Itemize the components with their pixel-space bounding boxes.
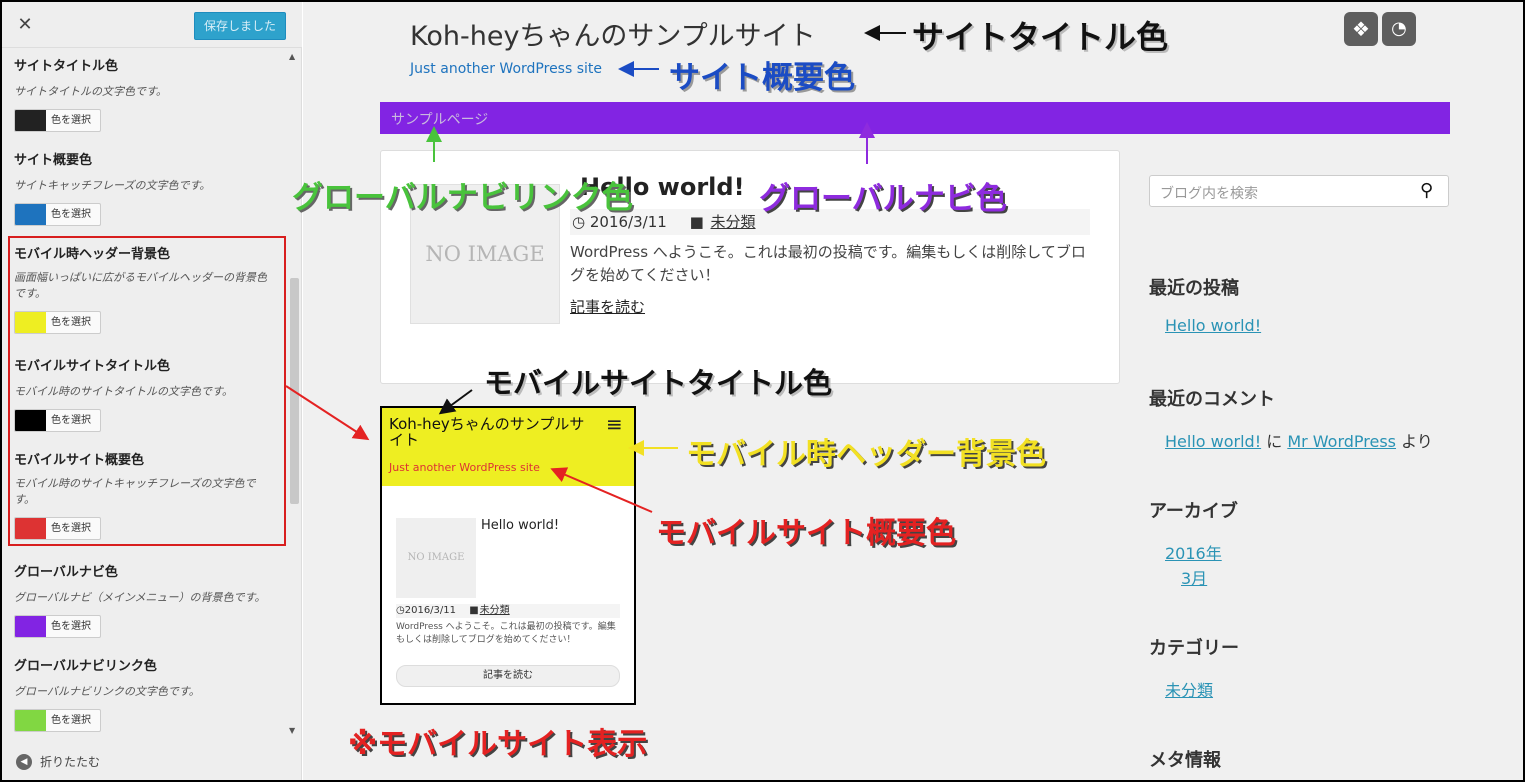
mobile-post-date: 2016/3/11	[404, 605, 457, 616]
mobile-preview: Koh-heyちゃんのサンプルサイト ≡ Just another WordPr…	[380, 406, 636, 705]
annotation-mobile-title-color: モバイルサイトタイトル色	[484, 366, 833, 400]
color-picker-button[interactable]: 色を選択	[14, 615, 101, 638]
widget-title-meta: メタ情報	[1149, 750, 1221, 771]
read-more-link[interactable]: 記事を読む	[570, 296, 645, 317]
setting-title: グローバルナビリンク色	[14, 659, 157, 674]
search-placeholder: ブログ内を検索	[1160, 186, 1258, 202]
comment-from-text: より	[1401, 432, 1433, 451]
color-swatch	[15, 710, 46, 731]
color-button-label: 色を選択	[51, 715, 91, 726]
scroll-up-icon[interactable]: ▲	[289, 52, 295, 61]
setting-description: グローバルナビリンクの文字色です。	[14, 685, 200, 698]
setting-title: サイトタイトル色	[14, 59, 119, 74]
color-swatch	[15, 110, 46, 131]
close-icon[interactable]: ✕	[12, 12, 38, 38]
setting-description: サイトタイトルの文字色です。	[14, 85, 167, 98]
global-nav: サンプルページ	[380, 102, 1450, 134]
mobile-site-title[interactable]: Koh-heyちゃんのサンプルサイト	[389, 416, 599, 448]
post-category[interactable]: 未分類	[711, 213, 756, 231]
mobile-post-excerpt: WordPress へようこそ。これは最初の投稿です。編集もしくは削除してブログ…	[396, 622, 616, 645]
widget-title-categories: カテゴリー	[1149, 638, 1239, 659]
annotation-mobile-header-bg: モバイル時ヘッダー背景色	[686, 437, 1046, 472]
widget-title-recent-comments: 最近のコメント	[1149, 389, 1275, 410]
nav-link-sample-page[interactable]: サンプルページ	[391, 109, 488, 129]
setting-site-title-color: サイトタイトル色 サイトタイトルの文字色です。 色を選択	[14, 55, 276, 132]
color-button-label: 色を選択	[51, 115, 91, 126]
clock-icon: ◷	[396, 605, 405, 616]
scrollbar-thumb[interactable]	[290, 278, 299, 504]
color-swatch	[15, 616, 46, 637]
mobile-post-meta: ◷2016/3/11 ■未分類	[396, 604, 620, 618]
search-input[interactable]: ブログ内を検索 ⚲	[1149, 175, 1449, 207]
setting-description: サイトキャッチフレーズの文字色です。	[14, 179, 211, 192]
scroll-down-icon[interactable]: ▼	[289, 726, 295, 735]
folder-icon: ■	[689, 213, 704, 231]
setting-title: グローバルナビ色	[14, 565, 118, 580]
screenshot-frame: ✕ 保存しました サイトタイトル色 サイトタイトルの文字色です。 色を選択 サイ…	[0, 0, 1525, 782]
setting-global-nav-color: グローバルナビ色 グローバルナビ（メインメニュー）の背景色です。 色を選択	[14, 561, 276, 638]
annotation-site-desc-color: サイト概要色	[669, 60, 855, 96]
hamburger-menu-icon[interactable]: ≡	[606, 412, 623, 436]
setting-description: グローバルナビ（メインメニュー）の背景色です。	[14, 591, 266, 604]
mobile-site-description: Just another WordPress site	[389, 461, 540, 474]
mobile-post-title[interactable]: Hello world!	[481, 518, 559, 533]
archive-year-link[interactable]: 2016年	[1165, 540, 1222, 564]
collapse-button[interactable]: ◀ 折りたたむ	[16, 753, 100, 770]
color-button-label: 色を選択	[51, 209, 91, 220]
mobile-header: Koh-heyちゃんのサンプルサイト ≡ Just another WordPr…	[382, 408, 634, 486]
mobile-post-category[interactable]: 未分類	[480, 605, 510, 616]
collapse-label: 折りたたむ	[40, 755, 101, 769]
category-link[interactable]: 未分類	[1165, 677, 1213, 701]
widget-title-recent-posts: 最近の投稿	[1149, 278, 1239, 299]
archive-month-link[interactable]: 3月	[1181, 565, 1207, 589]
folder-icon: ■	[469, 605, 479, 616]
comment-author-link[interactable]: Mr WordPress	[1287, 432, 1396, 451]
color-picker-button[interactable]: 色を選択	[14, 109, 101, 132]
widget-title-archives: アーカイブ	[1149, 501, 1238, 522]
color-swatch	[15, 204, 46, 225]
post-excerpt: WordPress へようこそ。これは最初の投稿です。編集もしくは削除してブログ…	[570, 243, 1086, 284]
comment-post-link[interactable]: Hello world!	[1165, 432, 1261, 451]
comment-on-text: に	[1266, 432, 1283, 451]
color-button-label: 色を選択	[51, 621, 91, 632]
annotation-site-title-color: サイトタイトル色	[912, 18, 1169, 56]
annotation-nav-link-color: グローバルナビリンク色	[292, 180, 633, 216]
search-icon[interactable]: ⚲	[1420, 180, 1433, 201]
color-picker-button[interactable]: 色を選択	[14, 709, 101, 732]
setting-title: サイト概要色	[14, 153, 93, 168]
panel-header: ✕ 保存しました	[2, 2, 302, 48]
color-picker-button[interactable]: 色を選択	[14, 203, 101, 226]
saved-button[interactable]: 保存しました	[194, 12, 286, 40]
setting-global-nav-link-color: グローバルナビリンク色 グローバルナビリンクの文字色です。 色を選択	[14, 655, 276, 732]
collapse-arrow-icon: ◀	[16, 753, 32, 770]
mobile-post-thumbnail[interactable]: NO IMAGE	[396, 518, 476, 598]
customizer-panel: ✕ 保存しました サイトタイトル色 サイトタイトルの文字色です。 色を選択 サイ…	[2, 2, 302, 780]
highlight-box-mobile-settings	[8, 236, 286, 546]
recent-post-link[interactable]: Hello world!	[1165, 316, 1261, 335]
setting-site-desc-color: サイト概要色 サイトキャッチフレーズの文字色です。 色を選択	[14, 149, 276, 226]
annotation-mobile-desc-color: モバイルサイト概要色	[656, 516, 956, 551]
mobile-read-more-button[interactable]: 記事を読む	[396, 665, 620, 687]
site-title[interactable]: Koh-heyちゃんのサンプルサイト	[410, 14, 816, 53]
annotation-nav-color: グローバルナビ色	[759, 181, 1007, 217]
recent-comment: Hello world! に Mr WordPress より	[1165, 428, 1433, 452]
site-description: Just another WordPress site	[410, 61, 603, 77]
annotation-mobile-display-note: ※モバイルサイト表示	[348, 727, 648, 762]
feedly-icon[interactable]: ❖	[1344, 12, 1378, 46]
rss-icon[interactable]: ◔	[1382, 12, 1416, 46]
